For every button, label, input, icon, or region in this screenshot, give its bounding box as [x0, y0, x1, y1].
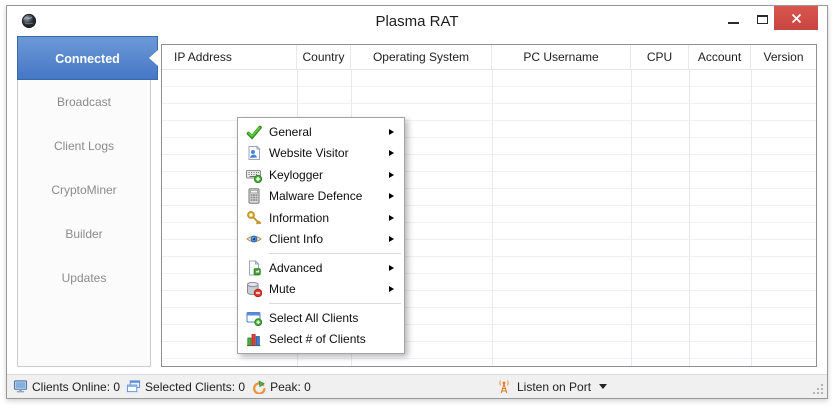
checkmark-icon — [238, 124, 269, 140]
sidebar-item-client-logs[interactable]: Client Logs — [18, 124, 150, 168]
window-add-icon — [238, 310, 269, 326]
dropdown-arrow-icon — [599, 384, 608, 389]
sidebar-item-updates[interactable]: Updates — [18, 256, 150, 300]
title-bar: Plasma RAT — [7, 6, 827, 37]
column-divider — [689, 70, 690, 366]
menu-item-malware-defence[interactable]: Malware Defence — [238, 186, 404, 208]
maximize-button[interactable] — [755, 6, 771, 30]
column-header-ip-address[interactable]: IP Address — [162, 45, 297, 69]
listen-on-port-label: Listen on Port — [517, 379, 592, 394]
peak-label: Peak: 0 — [270, 379, 311, 394]
close-icon — [791, 13, 801, 23]
sidebar-item-builder[interactable]: Builder — [18, 212, 150, 256]
column-header-account[interactable]: Account — [689, 45, 751, 69]
sidebar-item-cryptominer[interactable]: CryptoMiner — [18, 168, 150, 212]
submenu-arrow-icon — [389, 286, 404, 293]
key-icon — [238, 210, 269, 226]
minimize-button[interactable] — [726, 6, 742, 30]
column-header-pc-username[interactable]: PC Username — [492, 45, 631, 69]
sidebar: Connected Broadcast Client Logs CryptoMi… — [17, 36, 158, 367]
website-visitor-icon — [238, 145, 269, 161]
sidebar-item-broadcast[interactable]: Broadcast — [18, 80, 150, 124]
column-header-version[interactable]: Version — [751, 45, 816, 69]
submenu-arrow-icon — [389, 150, 404, 157]
menu-item-general[interactable]: General — [238, 121, 404, 143]
globe-icon — [21, 13, 37, 29]
app-window: Plasma RAT Connected Broadcast Client Lo… — [6, 5, 828, 399]
keyboard-add-icon — [238, 167, 269, 183]
context-menu: General Website Visitor Keylogger Malwar… — [237, 117, 405, 354]
peak-arrow-icon — [253, 380, 266, 394]
clients-online-label: Clients Online: 0 — [32, 379, 121, 394]
column-header-operating-system[interactable]: Operating System — [351, 45, 492, 69]
submenu-arrow-icon — [389, 214, 404, 221]
peak-status: Peak: 0 — [251, 379, 311, 394]
minimize-icon — [728, 22, 739, 24]
menu-item-mute[interactable]: Mute — [238, 279, 404, 301]
menu-item-select-all-clients[interactable]: Select All Clients — [238, 307, 404, 329]
column-divider — [751, 70, 752, 366]
status-bar: Clients Online: 0 Selected Clients: 0 Pe… — [7, 374, 827, 398]
clients-online-status: Clients Online: 0 — [13, 379, 120, 394]
column-divider — [492, 70, 493, 366]
column-divider — [631, 70, 632, 366]
selected-clients-status: Selected Clients: 0 — [126, 379, 245, 394]
submenu-arrow-icon — [389, 128, 404, 135]
document-icon — [238, 259, 269, 276]
eye-icon — [238, 231, 269, 247]
selected-clients-label: Selected Clients: 0 — [145, 379, 246, 394]
menu-item-client-info[interactable]: Client Info — [238, 229, 404, 251]
menu-separator — [269, 253, 401, 254]
menu-item-information[interactable]: Information — [238, 207, 404, 229]
column-header-cpu[interactable]: CPU — [631, 45, 689, 69]
database-mute-icon — [238, 281, 269, 298]
windows-stack-icon — [126, 380, 141, 393]
menu-item-keylogger[interactable]: Keylogger — [238, 164, 404, 186]
menu-item-select-num-clients[interactable]: Select # of Clients — [238, 329, 404, 351]
monitor-icon — [13, 380, 28, 393]
menu-separator — [269, 303, 401, 304]
listen-on-port-dropdown[interactable]: Listen on Port — [496, 375, 608, 398]
antenna-icon — [499, 379, 509, 393]
calculator-icon — [238, 188, 269, 204]
column-header-country[interactable]: Country — [297, 45, 351, 69]
submenu-arrow-icon — [389, 236, 404, 243]
submenu-arrow-icon — [389, 264, 404, 271]
submenu-arrow-icon — [389, 171, 404, 178]
menu-item-website-visitor[interactable]: Website Visitor — [238, 143, 404, 165]
resize-grip[interactable] — [812, 383, 824, 395]
menu-item-advanced[interactable]: Advanced — [238, 257, 404, 279]
close-button[interactable] — [774, 6, 818, 30]
table-header-row: IP Address Country Operating System PC U… — [162, 45, 816, 70]
bar-chart-icon — [238, 331, 269, 347]
submenu-arrow-icon — [389, 193, 404, 200]
maximize-icon — [757, 15, 768, 24]
window-title: Plasma RAT — [375, 13, 459, 30]
sidebar-item-connected[interactable]: Connected — [17, 36, 158, 80]
